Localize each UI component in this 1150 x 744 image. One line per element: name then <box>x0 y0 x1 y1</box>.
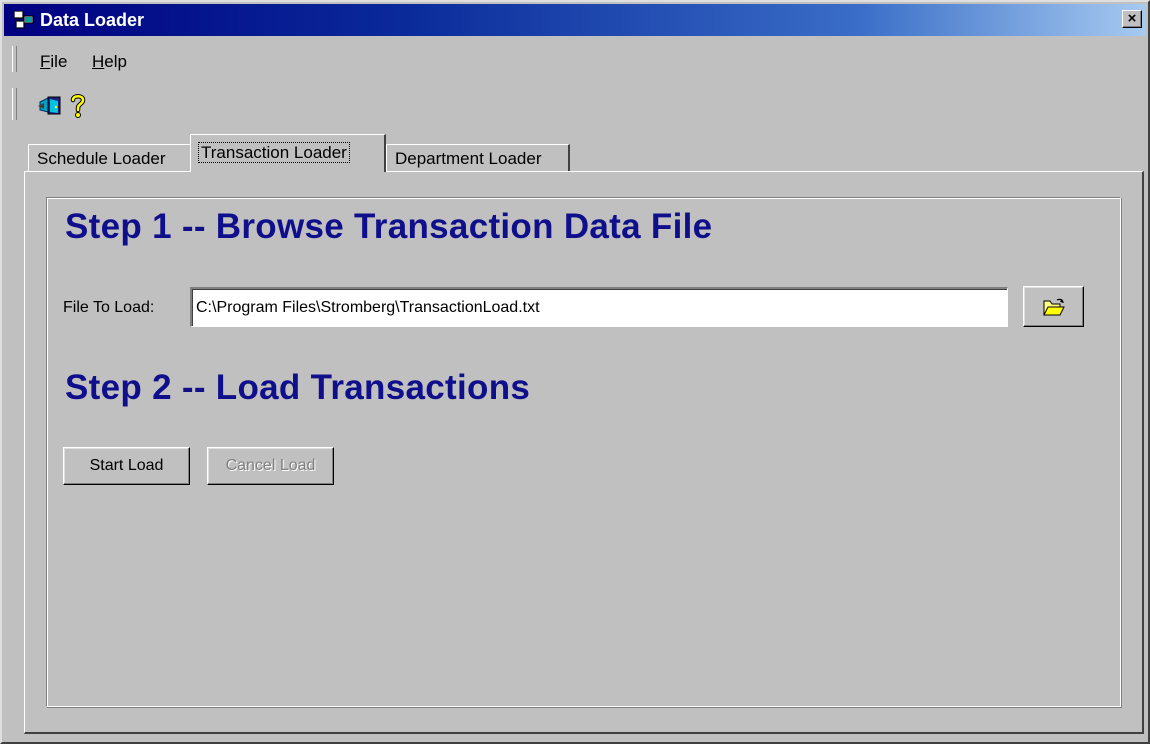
tab-schedule-loader-label: Schedule Loader <box>37 149 166 168</box>
exit-door-icon <box>36 96 64 124</box>
toolbar <box>4 86 1144 126</box>
tab-transaction-loader-label: Transaction Loader <box>198 142 350 163</box>
help-button[interactable] <box>64 90 92 120</box>
open-folder-icon <box>1042 298 1066 315</box>
tab-schedule-loader[interactable]: Schedule Loader <box>28 144 192 174</box>
close-button[interactable]: × <box>1122 10 1142 28</box>
window-title: Data Loader <box>40 10 145 30</box>
app-icon <box>13 10 34 29</box>
help-question-icon <box>64 94 92 124</box>
tab-department-loader-label: Department Loader <box>395 149 542 168</box>
app-window: Data Loader × File Help Schedule Loader … <box>0 0 1150 744</box>
menu-bar: File Help <box>4 48 1144 76</box>
menu-file[interactable]: File <box>40 52 67 72</box>
file-to-load-label: File To Load: <box>63 299 155 316</box>
menu-file-rest: ile <box>50 52 68 71</box>
tab-department-loader[interactable]: Department Loader <box>386 144 570 174</box>
tab-transaction-loader[interactable]: Transaction Loader <box>190 134 386 172</box>
step1-heading: Step 1 -- Browse Transaction Data File <box>65 207 713 246</box>
browse-button[interactable] <box>1023 286 1084 327</box>
tab-strip: Schedule Loader Transaction Loader Depar… <box>2 132 1150 174</box>
menu-help-mnemonic: H <box>92 52 105 71</box>
step2-heading: Step 2 -- Load Transactions <box>65 368 531 407</box>
close-icon: × <box>1127 10 1137 27</box>
cancel-load-button: Cancel Load <box>207 447 334 485</box>
title-bar[interactable]: Data Loader × <box>4 4 1146 36</box>
menu-help-rest: elp <box>104 52 127 71</box>
start-load-button[interactable]: Start Load <box>63 447 190 485</box>
menu-help[interactable]: Help <box>92 52 127 72</box>
menu-file-mnemonic: F <box>40 52 51 71</box>
file-path-input[interactable] <box>190 287 1008 327</box>
exit-button[interactable] <box>36 90 64 120</box>
tab-panel-transaction-loader: Step 1 -- Browse Transaction Data File F… <box>24 171 1144 734</box>
